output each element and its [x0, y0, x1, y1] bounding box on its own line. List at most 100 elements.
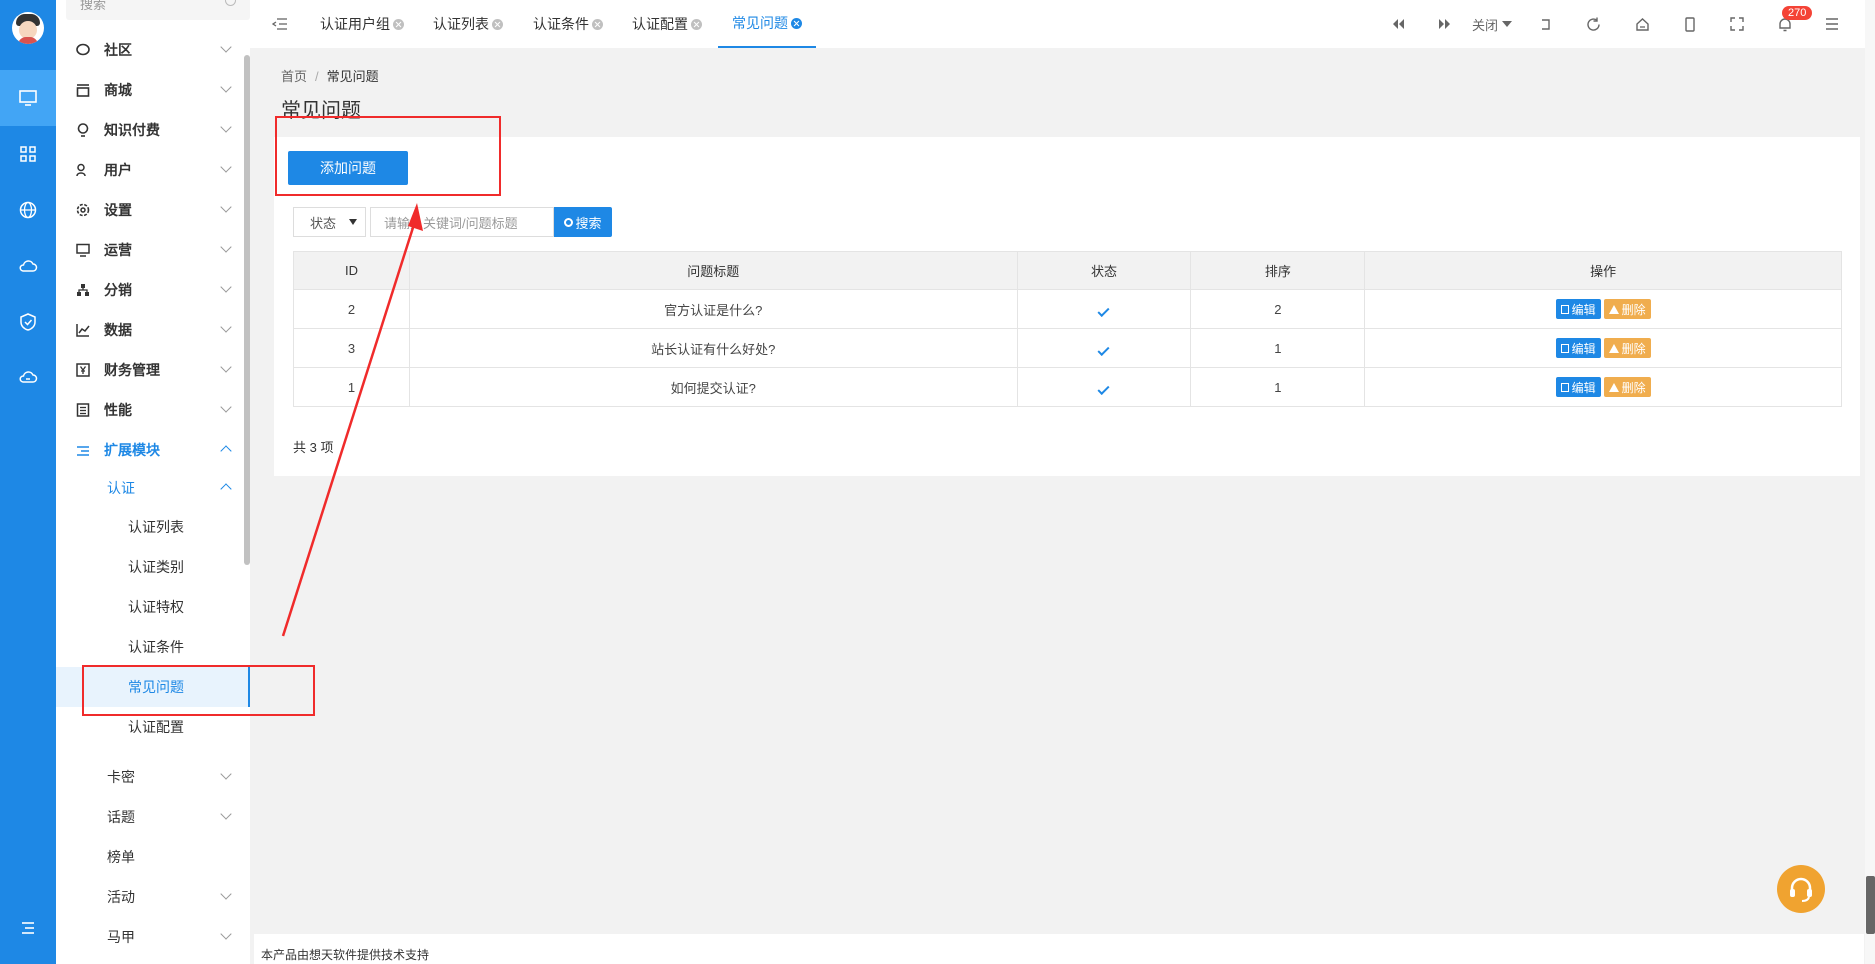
menu-group-label: 认证: [107, 480, 135, 496]
menu-item-users[interactable]: 用户: [56, 150, 250, 190]
globe-icon[interactable]: [0, 182, 56, 238]
chevron-down-icon: [220, 321, 232, 333]
side-handle[interactable]: [1866, 876, 1875, 934]
collapse-menu-icon[interactable]: [0, 900, 56, 956]
sidebar-item-label: 认证列表: [128, 519, 184, 535]
menu-item-operations[interactable]: 运营: [56, 230, 250, 270]
search-button[interactable]: 搜索: [554, 207, 612, 237]
close-tab-icon[interactable]: [492, 18, 503, 30]
chevron-down-icon: [220, 361, 232, 373]
desktop-icon[interactable]: [0, 70, 56, 126]
menu-item-label: 商城: [104, 82, 132, 98]
sidebar-item-card-key[interactable]: 卡密: [56, 757, 250, 797]
column-header: 操作: [1364, 251, 1842, 290]
menu-sidebar: 搜索 社区 商城 知识付费 用户 设置 运营 分销 数据 财务管理 性能 扩展模…: [56, 0, 250, 964]
chevron-down-icon: [220, 808, 232, 820]
close-tab-icon[interactable]: [592, 18, 603, 30]
menu-item-knowledge[interactable]: 知识付费: [56, 110, 250, 150]
scroll-tabs-right-icon[interactable]: [1435, 14, 1455, 34]
close-tabs-dropdown[interactable]: 关闭: [1472, 0, 1513, 48]
close-tab-icon[interactable]: [791, 17, 802, 29]
apps-grid-icon[interactable]: [0, 126, 56, 182]
tab-faq[interactable]: 常见问题: [718, 0, 816, 48]
menu-item-label: 知识付费: [104, 122, 160, 138]
customer-support-button[interactable]: [1777, 865, 1825, 913]
menu-item-performance[interactable]: 性能: [56, 390, 250, 430]
chevron-down-icon: [220, 281, 232, 293]
menu-search-placeholder: 搜索: [80, 0, 107, 12]
close-tab-icon[interactable]: [393, 18, 404, 30]
chevron-down-icon: [220, 928, 232, 940]
menu-item-data[interactable]: 数据: [56, 310, 250, 350]
fullscreen-icon[interactable]: [1727, 14, 1747, 34]
menu-search-input[interactable]: 搜索: [66, 0, 250, 20]
menu-item-settings[interactable]: 设置: [56, 190, 250, 230]
tab-verify-user-group[interactable]: 认证用户组: [320, 0, 404, 48]
sidebar-item-verify-category[interactable]: 认证类别: [56, 547, 250, 587]
scroll-tabs-left-icon[interactable]: [1388, 14, 1408, 34]
edit-button[interactable]: 编辑: [1555, 299, 1601, 319]
home-icon[interactable]: [1632, 14, 1652, 34]
fold-sidebar-icon[interactable]: [272, 16, 288, 32]
column-header: 排序: [1190, 251, 1366, 290]
monitor-icon: [76, 243, 90, 257]
chevron-down-icon: [220, 121, 232, 133]
menu-item-label: 数据: [104, 322, 132, 338]
menu-item-distribution[interactable]: 分销: [56, 270, 250, 310]
warning-icon: [1608, 304, 1619, 314]
cell-actions: 编辑 删除: [1364, 328, 1842, 368]
cell-status: [1016, 328, 1192, 368]
warning-icon: [1608, 343, 1619, 353]
mobile-icon[interactable]: [1680, 14, 1700, 34]
menu-item-label: 用户: [104, 162, 132, 178]
sidebar-item-verify-privilege[interactable]: 认证特权: [56, 587, 250, 627]
column-header: 问题标题: [408, 251, 1018, 290]
cell-status: [1016, 289, 1192, 329]
close-tabs-label: 关闭: [1472, 17, 1499, 33]
edit-button[interactable]: 编辑: [1555, 377, 1601, 397]
table-header-row: ID 问题标题 状态 排序 操作: [293, 251, 1842, 290]
edit-label: 编辑: [1571, 341, 1596, 356]
refresh-icon[interactable]: [1583, 14, 1603, 34]
menu-item-label: 财务管理: [104, 362, 160, 378]
delete-button[interactable]: 删除: [1603, 377, 1651, 397]
menu-item-shop[interactable]: 商城: [56, 70, 250, 110]
sidebar-item-ranking[interactable]: 榜单: [56, 837, 250, 877]
sidebar-item-vest[interactable]: 马甲: [56, 917, 250, 957]
tab-verify-list[interactable]: 认证列表: [433, 0, 503, 48]
tab-verify-condition[interactable]: 认证条件: [533, 0, 603, 48]
edit-button[interactable]: 编辑: [1555, 338, 1601, 358]
sidebar-item-topic[interactable]: 话题: [56, 797, 250, 837]
menu-item-community[interactable]: 社区: [56, 30, 250, 70]
cloud-icon[interactable]: [0, 238, 56, 294]
search-icon: [564, 217, 574, 227]
menu-group-verification[interactable]: 认证: [56, 468, 250, 508]
sidebar-item-verify-condition[interactable]: 认证条件: [56, 627, 250, 667]
menu-scrollbar[interactable]: [244, 55, 250, 565]
caret-down-icon: [1502, 21, 1513, 27]
chevron-up-icon: [220, 483, 232, 495]
delete-button[interactable]: 删除: [1603, 338, 1651, 358]
delete-button[interactable]: 删除: [1603, 299, 1651, 319]
menu-item-extensions[interactable]: 扩展模块: [56, 430, 250, 470]
footer-text: 本产品由想天软件提供技术支持: [254, 934, 1864, 964]
breadcrumb-current: 常见问题: [326, 69, 379, 84]
shield-icon[interactable]: [0, 294, 56, 350]
cell-title: 站长认证有什么好处?: [408, 328, 1018, 368]
tab-verify-config[interactable]: 认证配置: [632, 0, 702, 48]
close-tab-icon[interactable]: [691, 18, 702, 30]
breadcrumb-separator: /: [315, 69, 319, 84]
cloud-storage-icon[interactable]: [0, 350, 56, 406]
chevron-down-icon: [220, 401, 232, 413]
avatar[interactable]: [12, 12, 44, 44]
breadcrumb-home-link[interactable]: 首页: [281, 69, 307, 84]
chevron-down-icon: [220, 161, 232, 173]
undo-icon[interactable]: [1536, 14, 1556, 34]
table-row: 2 官方认证是什么? 2 编辑 删除: [293, 289, 1842, 329]
menu-item-finance[interactable]: 财务管理: [56, 350, 250, 390]
more-menu-icon[interactable]: [1822, 14, 1842, 34]
annotation-arrow: [281, 203, 423, 637]
sidebar-item-verify-list[interactable]: 认证列表: [56, 507, 250, 547]
sidebar-item-label: 认证类别: [128, 559, 184, 575]
sidebar-item-activity[interactable]: 活动: [56, 877, 250, 917]
